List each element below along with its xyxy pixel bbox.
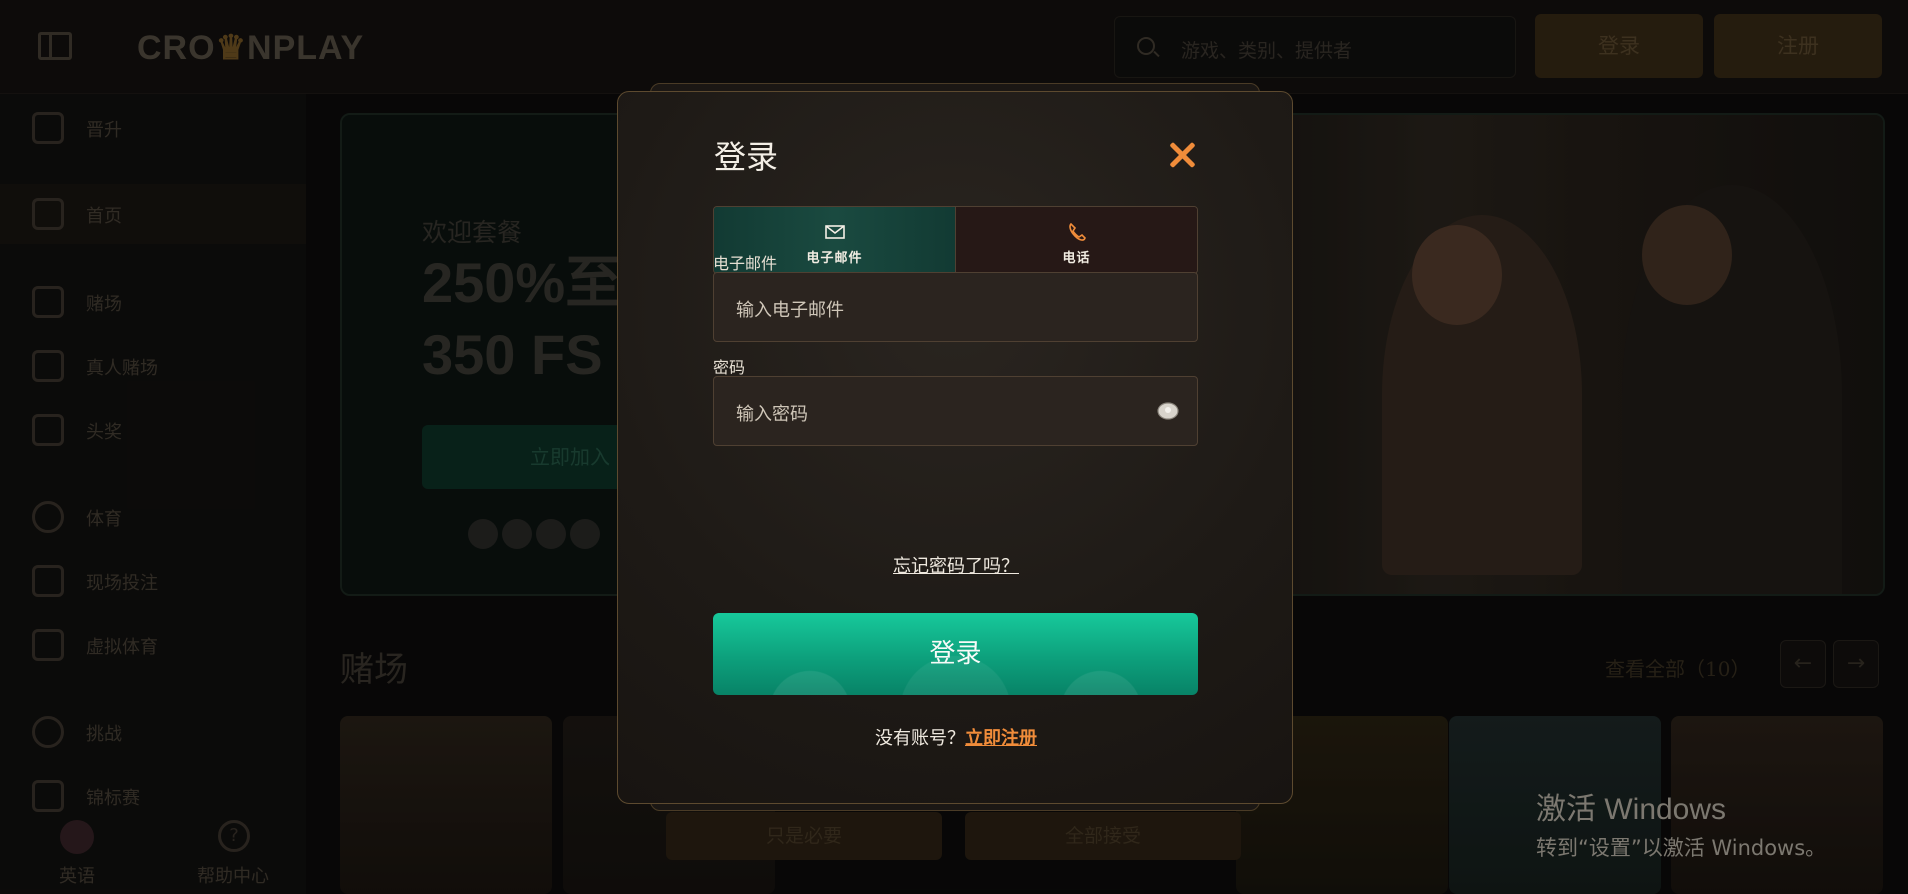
- register-now-link[interactable]: 立即注册: [965, 728, 1037, 749]
- forgot-password-link[interactable]: 忘记密码了吗？: [893, 556, 1019, 577]
- modal-title: 登录: [714, 138, 779, 176]
- login-method-tabs: 电子邮件 电话: [713, 206, 1198, 274]
- password-field[interactable]: 输入密码: [713, 376, 1198, 446]
- login-submit-button[interactable]: 登录: [713, 613, 1198, 695]
- login-submit-label: 登录: [929, 639, 982, 669]
- watermark-line1: 激活 Windows: [1536, 793, 1727, 826]
- password-label: 密码: [713, 354, 745, 378]
- close-icon[interactable]: [1164, 137, 1200, 173]
- eye-icon[interactable]: [1157, 401, 1179, 421]
- no-account-text: 没有账号？: [875, 728, 965, 749]
- tab-phone-label: 电话: [1062, 251, 1091, 266]
- email-field[interactable]: 输入电子邮件: [713, 272, 1198, 342]
- phone-icon: [1068, 222, 1086, 241]
- envelope-icon: [824, 225, 845, 239]
- password-placeholder: 输入密码: [736, 404, 808, 425]
- email-label: 电子邮件: [713, 250, 777, 274]
- password-label-text: 密码: [713, 358, 746, 377]
- watermark-line2: 转到“设置”以激活 Windows。: [1536, 836, 1827, 860]
- windows-activation-watermark: 激活 Windows 转到“设置”以激活 Windows。: [1536, 784, 1826, 862]
- email-placeholder: 输入电子邮件: [736, 300, 844, 321]
- email-label-text: 电子邮件: [713, 254, 778, 273]
- tab-phone[interactable]: 电话: [956, 207, 1197, 273]
- signup-prompt: 没有账号？立即注册: [618, 724, 1294, 750]
- login-modal: 登录 电子邮件 电话 电子邮件 输入电子邮件 密码 输入密码 忘记密码了吗？ 登…: [617, 91, 1293, 804]
- forgot-password-row: 忘记密码了吗？: [618, 552, 1294, 578]
